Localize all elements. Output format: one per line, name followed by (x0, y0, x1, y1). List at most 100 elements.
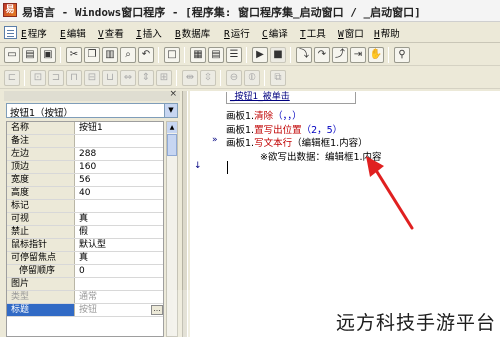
run-button[interactable]: ▶ (252, 47, 268, 63)
code-line[interactable]: 画板1.清除（，，） (226, 108, 302, 122)
layout-button-1[interactable]: ▦ (190, 47, 206, 63)
property-grid: 名称 按钮1 备注 左边 288 顶边 160 宽度 56 高度 40 标记 可视真 禁止… (6, 121, 164, 337)
center-v-button[interactable]: ⦶ (244, 70, 260, 86)
menu-help[interactable]: H帮助 (374, 26, 400, 40)
title-bar: 易 易语言 - Windows窗口程序 - [程序集: 窗口程序集_启动窗口 /… (0, 0, 500, 22)
binoculars-icon: ⚲ (398, 49, 406, 60)
menu-view[interactable]: V查看 (98, 26, 124, 40)
align-bottom-button[interactable]: ⊔ (102, 70, 118, 86)
code-line[interactable]: 画板1.写文本行（编辑框1.内容） (226, 135, 368, 149)
scroll-up-icon[interactable]: ▲ (167, 122, 177, 133)
layout-button-3[interactable]: ☰ (226, 47, 242, 63)
save-button[interactable]: ▣ (40, 47, 56, 63)
menu-edit[interactable]: E编辑 (60, 26, 86, 40)
current-line-icon: » (212, 135, 218, 145)
center-h-button[interactable]: ⊖ (226, 70, 242, 86)
order-front-button[interactable]: ⧉ (270, 70, 286, 86)
search-icon: ⌕ (125, 49, 131, 60)
toolbar-separator (184, 47, 185, 63)
align-top-button[interactable]: ⊓ (66, 70, 82, 86)
paste-button[interactable]: ▥ (102, 47, 118, 63)
menu-insert[interactable]: I插入 (136, 26, 162, 40)
code-line[interactable]: 画板1.置写出位置（2，5） (226, 122, 342, 136)
new-file-button[interactable]: ▭ (4, 47, 20, 63)
step-into-button[interactable]: ⤵ (296, 47, 312, 63)
h-spacing-button[interactable]: ⇹ (182, 70, 198, 86)
same-size-button[interactable]: ⊞ (156, 70, 172, 86)
binoculars-button[interactable]: ⚲ (394, 47, 410, 63)
toolbar-separator (246, 47, 247, 63)
align-left-icon: ⊏ (7, 72, 17, 83)
same-height-icon: ⇕ (141, 72, 151, 83)
property-row[interactable]: 名称 按钮1 (7, 122, 163, 135)
property-row[interactable]: 图片 (7, 278, 163, 291)
property-row[interactable]: 标题 按钮… (7, 304, 163, 317)
copy-button[interactable]: ❐ (84, 47, 100, 63)
stop-button[interactable]: ■ (270, 47, 286, 63)
property-row[interactable]: 左边 288 (7, 148, 163, 161)
close-icon[interactable]: × (169, 89, 177, 99)
main-toolbar: ▭ ▤ ▣ ✂ ❐ ▥ ⌕ ↶ □ ▦ ▤ ☰ ▶ ■ ⤵ ↷ ⤴ ⇥ ✋ ⚲ (0, 44, 500, 66)
menu-compile[interactable]: C编译 (262, 26, 288, 40)
step-out-button[interactable]: ⤴ (332, 47, 348, 63)
property-row[interactable]: 可视真 (7, 213, 163, 226)
undo-button[interactable]: ↶ (138, 47, 154, 63)
align-middle-button[interactable]: ⊟ (84, 70, 100, 86)
property-row[interactable]: 标记 (7, 200, 163, 213)
v-spacing-button[interactable]: ⇳ (200, 70, 216, 86)
menu-database[interactable]: B数据库 (175, 26, 210, 40)
layout-button-2[interactable]: ▤ (208, 47, 224, 63)
save-icon: ▣ (43, 49, 53, 60)
align-center-icon: ⊡ (33, 72, 43, 83)
step-out-icon: ⤴ (335, 49, 345, 60)
arrow-shaft (372, 165, 414, 230)
window-design-button[interactable]: □ (164, 47, 180, 63)
align-middle-icon: ⊟ (87, 72, 97, 83)
toolbar-separator (158, 47, 159, 63)
find-button[interactable]: ⌕ (120, 47, 136, 63)
menu-window[interactable]: W窗口 (338, 26, 364, 40)
chevron-down-icon[interactable]: ▼ (164, 104, 177, 117)
run-to-cursor-button[interactable]: ⇥ (350, 47, 366, 63)
document-icon[interactable] (4, 26, 17, 39)
down-arrow-icon: ↓ (194, 161, 202, 171)
align-top-icon: ⊓ (70, 72, 78, 83)
hand-button[interactable]: ✋ (368, 47, 384, 63)
property-row[interactable]: 停留顺序 0 (7, 265, 163, 278)
align-right-button[interactable]: ⊐ (48, 70, 64, 86)
play-icon: ▶ (256, 49, 264, 60)
toolbar-separator (60, 47, 61, 63)
step-over-button[interactable]: ↷ (314, 47, 330, 63)
align-bottom-icon: ⊔ (106, 72, 114, 83)
property-row[interactable]: 顶边 160 (7, 161, 163, 174)
window-icon: □ (167, 49, 177, 60)
cut-button[interactable]: ✂ (66, 47, 82, 63)
property-panel: × 按钮1（按钮） ▼ 名称 按钮1 备注 左边 288 顶边 160 宽度 56 高度… (4, 89, 180, 337)
property-row[interactable]: 宽度 56 (7, 174, 163, 187)
same-height-button[interactable]: ⇕ (138, 70, 154, 86)
step-over-icon: ↷ (317, 49, 327, 60)
subroutine-header[interactable]: _按钮1_被单击 (226, 92, 356, 104)
open-file-button[interactable]: ▤ (22, 47, 38, 63)
property-row[interactable]: 可停留焦点真 (7, 252, 163, 265)
property-row[interactable]: 高度 40 (7, 187, 163, 200)
property-row[interactable]: 备注 (7, 135, 163, 148)
object-selector[interactable]: 按钮1（按钮） ▼ (6, 103, 178, 119)
align-center-button[interactable]: ⊡ (30, 70, 46, 86)
align-left-button[interactable]: ⊏ (4, 70, 20, 86)
paste-icon: ▥ (105, 49, 115, 60)
h-spacing-icon: ⇹ (185, 72, 195, 83)
menu-program[interactable]: E程序 (21, 26, 47, 40)
scroll-thumb[interactable] (167, 134, 177, 156)
v-spacing-icon: ⇳ (203, 72, 213, 83)
property-row[interactable]: 类型 通常 (7, 291, 163, 304)
menu-tools[interactable]: T工具 (300, 26, 326, 40)
same-width-button[interactable]: ⇔ (120, 70, 136, 86)
watermark-text: 远方科技手游平台 (335, 312, 496, 334)
toolbar-separator (290, 47, 291, 63)
menu-run[interactable]: R运行 (224, 26, 250, 40)
property-row[interactable]: 禁止假 (7, 226, 163, 239)
property-row[interactable]: 鼠标指针 默认型 (7, 239, 163, 252)
copy-icon: ❐ (87, 49, 97, 60)
align-toolbar: ⊏ ⊡ ⊐ ⊓ ⊟ ⊔ ⇔ ⇕ ⊞ ⇹ ⇳ ⊖ ⦶ ⧉ (0, 67, 500, 89)
